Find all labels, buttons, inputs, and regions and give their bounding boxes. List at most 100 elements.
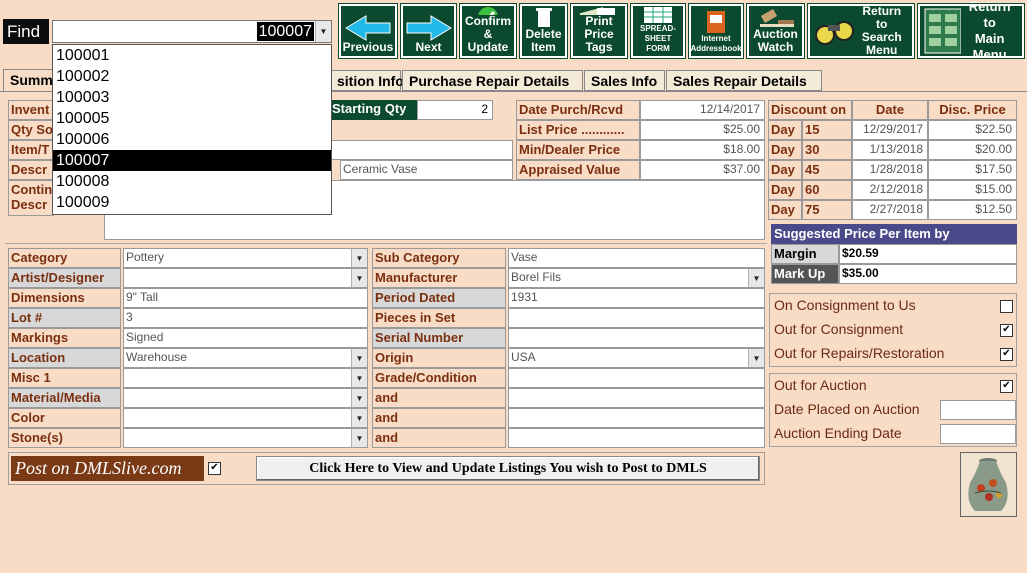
out-repair-checkbox[interactable]: ✔ — [1000, 348, 1013, 361]
next-label: Next — [415, 40, 442, 54]
detail-field[interactable]: ▼ — [123, 388, 368, 408]
tab-sales-info[interactable]: Sales Info — [584, 70, 665, 91]
chevron-down-icon[interactable]: ▼ — [351, 269, 367, 287]
detail-value: Borel Fils — [511, 270, 562, 284]
spreadsheet-icon — [644, 7, 672, 23]
find-dropdown-list[interactable]: 100001 100002 100003 100005 100006 10000… — [52, 44, 332, 215]
detail-label: Material/Media — [8, 388, 121, 408]
tab-purchase-repair-details[interactable]: Purchase Repair Details — [402, 70, 583, 91]
detail-field[interactable] — [508, 428, 765, 448]
detail-field[interactable]: Signed — [123, 328, 368, 348]
detail-field[interactable]: ▼ — [123, 428, 368, 448]
detail-field[interactable]: USA ▼ — [508, 348, 765, 368]
search-label-1: Return to — [862, 4, 902, 31]
detail-field[interactable]: Pottery ▼ — [123, 248, 368, 268]
detail-label: and — [372, 408, 506, 428]
detail-field[interactable]: Warehouse ▼ — [123, 348, 368, 368]
discount-price[interactable]: $22.50 — [928, 120, 1017, 140]
tab-acquisition-info[interactable]: sition Info — [330, 70, 404, 91]
discount-price[interactable]: $20.00 — [928, 140, 1017, 160]
find-option[interactable]: 100009 — [53, 192, 331, 213]
chevron-down-icon[interactable]: ▼ — [351, 249, 367, 267]
date-placed-field[interactable] — [940, 400, 1016, 420]
spreadsheet-form-button[interactable]: SPREAD- SHEET FORM — [630, 3, 686, 59]
find-option[interactable]: 100005 — [53, 108, 331, 129]
discount-date[interactable]: 12/29/2017 — [852, 120, 928, 140]
return-search-menu-button[interactable]: Return to Search Menu — [807, 3, 915, 59]
discount-date[interactable]: 2/27/2018 — [852, 200, 928, 220]
discount-date[interactable]: 2/12/2018 — [852, 180, 928, 200]
discount-day-value: 60 — [802, 180, 852, 200]
appraised-value-field[interactable]: $37.00 — [640, 160, 765, 180]
min-dealer-price-field[interactable]: $18.00 — [640, 140, 765, 160]
previous-button[interactable]: Previous — [338, 3, 398, 59]
detail-label: Dimensions — [8, 288, 121, 308]
chevron-down-icon[interactable]: ▼ — [351, 409, 367, 427]
detail-field[interactable] — [508, 328, 765, 348]
discount-date[interactable]: 1/13/2018 — [852, 140, 928, 160]
detail-field[interactable]: Borel Fils ▼ — [508, 268, 765, 288]
chevron-down-icon[interactable]: ▼ — [351, 389, 367, 407]
detail-field[interactable]: 9" Tall — [123, 288, 368, 308]
date-purchased-field[interactable]: 12/14/2017 — [640, 100, 765, 120]
discount-day-label: Day — [768, 140, 802, 160]
print-price-tags-button[interactable]: Print Price Tags — [570, 3, 628, 59]
internet-addressbook-button[interactable]: Internet Addressbook — [688, 3, 744, 59]
detail-field[interactable]: 3 — [123, 308, 368, 328]
post-dmls-checkbox[interactable]: ✔ — [208, 462, 221, 475]
item-title-field[interactable] — [330, 140, 513, 160]
confirm-update-button[interactable]: Confirm & Update — [459, 3, 517, 59]
delete-item-button[interactable]: Delete Item — [519, 3, 568, 59]
discount-date[interactable]: 1/28/2018 — [852, 160, 928, 180]
arrow-right-icon — [406, 15, 452, 41]
chevron-down-icon[interactable]: ▼ — [315, 21, 331, 42]
out-consign-checkbox[interactable]: ✔ — [1000, 324, 1013, 337]
tab-summary[interactable]: Summ — [3, 69, 53, 91]
chevron-down-icon[interactable]: ▼ — [351, 429, 367, 447]
detail-field[interactable] — [508, 408, 765, 428]
next-button[interactable]: Next — [400, 3, 457, 59]
detail-field[interactable] — [508, 368, 765, 388]
detail-value: 9" Tall — [126, 290, 159, 304]
detail-field[interactable]: ▼ — [123, 368, 368, 388]
detail-label: Pieces in Set — [372, 308, 506, 328]
discount-price[interactable]: $17.50 — [928, 160, 1017, 180]
find-option-selected[interactable]: 100007 — [53, 150, 331, 171]
chevron-down-icon[interactable]: ▼ — [351, 369, 367, 387]
find-option[interactable]: 100002 — [53, 66, 331, 87]
find-option[interactable]: 100001 — [53, 45, 331, 66]
detail-label: Period Dated — [372, 288, 506, 308]
detail-value: 1931 — [511, 290, 538, 304]
detail-field[interactable] — [508, 388, 765, 408]
discount-price[interactable]: $15.00 — [928, 180, 1017, 200]
starting-qty-field[interactable]: 2 — [417, 100, 493, 120]
detail-field[interactable]: ▼ — [123, 408, 368, 428]
discount-price[interactable]: $12.50 — [928, 200, 1017, 220]
confirm-label-2: & Update — [467, 27, 509, 54]
detail-label: Location — [8, 348, 121, 368]
find-combobox[interactable]: 100007 ▼ — [52, 20, 332, 43]
detail-value: Pottery — [126, 250, 165, 264]
detail-field[interactable]: Vase — [508, 248, 765, 268]
description-field[interactable]: Ceramic Vase — [340, 160, 513, 180]
view-update-listings-button[interactable]: Click Here to View and Update Listings Y… — [256, 456, 760, 481]
auction-watch-button[interactable]: Auction Watch — [746, 3, 805, 59]
print-label-2: Price Tags — [584, 27, 614, 54]
detail-field[interactable]: ▼ — [123, 268, 368, 288]
consign-to-us-checkbox[interactable] — [1000, 300, 1013, 313]
chevron-down-icon[interactable]: ▼ — [748, 349, 764, 367]
chevron-down-icon[interactable]: ▼ — [351, 349, 367, 367]
detail-value: USA — [511, 350, 536, 364]
auction-end-field[interactable] — [940, 424, 1016, 444]
item-photo[interactable] — [960, 452, 1017, 517]
detail-field[interactable]: 1931 — [508, 288, 765, 308]
find-option[interactable]: 100006 — [53, 129, 331, 150]
tab-sales-repair-details[interactable]: Sales Repair Details — [666, 70, 822, 91]
chevron-down-icon[interactable]: ▼ — [748, 269, 764, 287]
find-option[interactable]: 100003 — [53, 87, 331, 108]
list-price-field[interactable]: $25.00 — [640, 120, 765, 140]
find-option[interactable]: 100008 — [53, 171, 331, 192]
return-main-menu-button[interactable]: Return to Main Menu — [917, 0, 1025, 62]
out-auction-checkbox[interactable]: ✔ — [1000, 380, 1013, 393]
detail-field[interactable] — [508, 308, 765, 328]
